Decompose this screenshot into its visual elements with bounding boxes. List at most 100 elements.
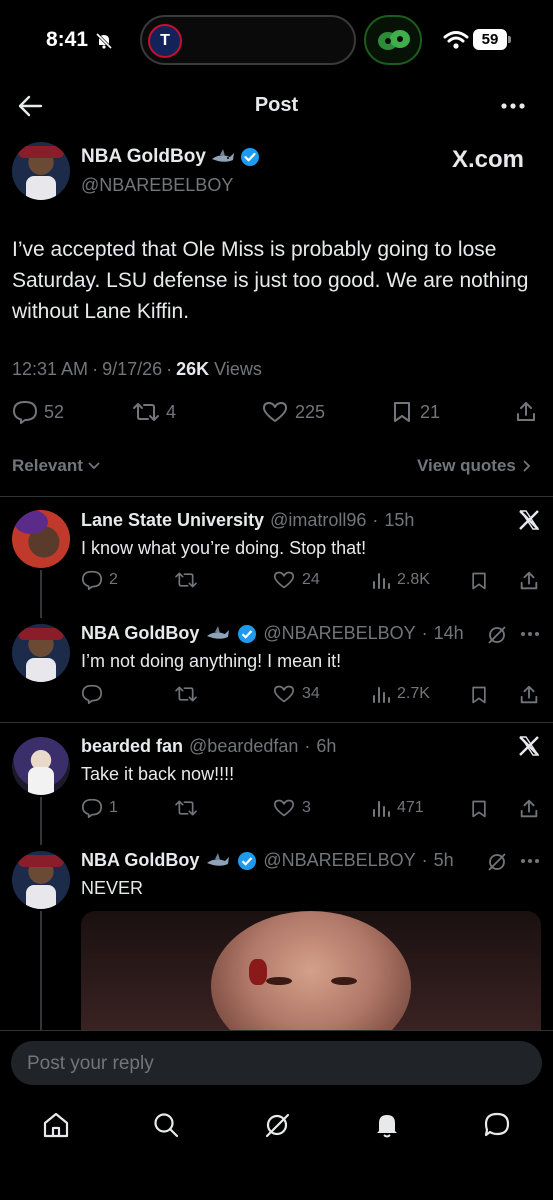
chevron-down-icon [88, 462, 100, 470]
author-name[interactable]: NBA GoldBoy [81, 146, 206, 168]
share-icon[interactable] [514, 400, 538, 424]
reply-icon [82, 570, 102, 590]
thread-line [40, 570, 42, 618]
status-time: 8:41 [46, 28, 89, 51]
dynamic-island[interactable]: T [140, 15, 356, 65]
bookmark-button[interactable]: 21 [390, 400, 440, 424]
reply-avatar[interactable] [12, 624, 70, 682]
thread-line [40, 911, 42, 1031]
views-button[interactable]: 2.7K [371, 684, 430, 704]
notifications-bell-icon[interactable] [373, 1111, 401, 1139]
x-logo-icon [519, 736, 540, 756]
bookmark-icon[interactable] [469, 570, 489, 592]
reply-button[interactable]: 2 [81, 570, 118, 590]
reply-icon [82, 798, 102, 818]
reply-avatar[interactable] [12, 851, 70, 909]
shark-emoji-icon [207, 625, 230, 639]
author-avatar[interactable] [12, 142, 70, 200]
reply-author-name[interactable]: Lane State University [81, 510, 264, 531]
like-button[interactable]: 3 [272, 798, 311, 818]
reply-time: 14h [433, 623, 464, 643]
relevant-sort-button[interactable]: Relevant [12, 456, 101, 476]
reply-count: 1 [109, 799, 118, 816]
repost-icon [133, 403, 159, 421]
views-count: 2.7K [397, 685, 430, 702]
more-options-icon[interactable] [520, 631, 540, 637]
reply-count: 52 [44, 401, 65, 422]
shark-emoji-icon [207, 852, 230, 866]
reply-author-name[interactable]: NBA GoldBoy [81, 850, 199, 871]
repost-count: 4 [166, 401, 177, 422]
reply-author-handle[interactable]: @beardedfan [189, 736, 298, 757]
post-meta: 12:31 AM · 9/17/26 · 26K Views [12, 359, 262, 379]
more-options-icon[interactable] [500, 102, 526, 110]
reply-button[interactable]: 1 [81, 798, 118, 818]
reply-author-name[interactable]: bearded fan [81, 736, 183, 757]
reply-button[interactable] [81, 684, 103, 704]
views-label: Views [214, 359, 262, 379]
bookmark-icon[interactable] [469, 798, 489, 820]
author-handle[interactable]: @NBAREBELBOY [81, 175, 233, 196]
like-count: 3 [302, 799, 311, 816]
thread-line [40, 797, 42, 845]
repost-button[interactable] [174, 798, 198, 818]
reply-button[interactable]: 52 [12, 400, 64, 424]
views-button[interactable]: 2.8K [371, 570, 430, 590]
reply-avatar[interactable] [12, 510, 70, 568]
like-button[interactable]: 225 [261, 400, 325, 424]
reply-avatar[interactable] [12, 737, 70, 795]
reply-input-placeholder[interactable]: Post your reply [27, 1053, 154, 1075]
like-button[interactable]: 34 [272, 684, 320, 704]
reply-time: 5h [433, 850, 454, 870]
post-text: I’ve accepted that Ole Miss is probably … [12, 238, 529, 323]
like-button[interactable]: 24 [272, 570, 320, 590]
silent-bell-icon [95, 32, 113, 50]
reply-icon [82, 684, 102, 704]
heart-icon [274, 571, 294, 589]
share-icon[interactable] [518, 684, 540, 706]
reply-text: Take it back now!!!! [81, 764, 235, 784]
team-badge: T [148, 24, 182, 58]
reply-author-handle[interactable]: @NBAREBELBOY [263, 850, 415, 871]
reply-time: 6h [316, 736, 337, 756]
grok-icon[interactable] [486, 851, 508, 873]
bookmark-icon [394, 402, 410, 422]
share-icon[interactable] [518, 798, 540, 820]
media-image[interactable] [81, 911, 541, 1031]
source-label[interactable]: X.com [452, 146, 524, 174]
views-chart-icon [373, 801, 390, 817]
bookmark-count: 21 [420, 401, 441, 422]
relevant-label: Relevant [12, 456, 83, 475]
more-options-icon[interactable] [520, 858, 540, 864]
views-chart-icon [373, 573, 390, 589]
repost-button[interactable] [174, 570, 198, 590]
post-time: 12:31 AM [12, 359, 89, 379]
grok-icon[interactable] [486, 624, 508, 646]
reply-author-handle[interactable]: @imatroll96 [270, 510, 366, 531]
views-button[interactable]: 471 [371, 798, 424, 818]
author-name-row[interactable]: NBA GoldBoy [81, 146, 260, 168]
live-activity-pill[interactable] [364, 15, 422, 65]
reply-author-handle[interactable]: @NBAREBELBOY [263, 623, 415, 644]
view-quotes-link[interactable]: View quotes [417, 456, 532, 476]
verified-badge-icon [240, 148, 259, 166]
home-icon[interactable] [42, 1111, 70, 1139]
reply-composer[interactable]: Post your reply [11, 1041, 542, 1085]
reply-author-name[interactable]: NBA GoldBoy [81, 623, 199, 644]
repost-button[interactable]: 4 [132, 400, 176, 424]
messages-icon[interactable] [483, 1111, 511, 1139]
verified-badge-icon [238, 624, 257, 643]
share-icon[interactable] [518, 570, 540, 592]
chevron-right-icon [523, 460, 531, 472]
grok-icon[interactable] [263, 1111, 291, 1139]
reply-text: I’m not doing anything! I mean it! [81, 651, 342, 671]
repost-button[interactable] [174, 684, 198, 704]
reply-text: NEVER [81, 878, 144, 898]
views-count: 471 [397, 799, 424, 816]
like-count: 34 [302, 685, 320, 702]
verified-badge-icon [238, 851, 257, 870]
heart-icon [274, 685, 294, 703]
search-icon[interactable] [152, 1111, 180, 1139]
reply-header: NBA GoldBoy @NBAREBELBOY · 14h [81, 623, 464, 644]
bookmark-icon[interactable] [469, 684, 489, 706]
